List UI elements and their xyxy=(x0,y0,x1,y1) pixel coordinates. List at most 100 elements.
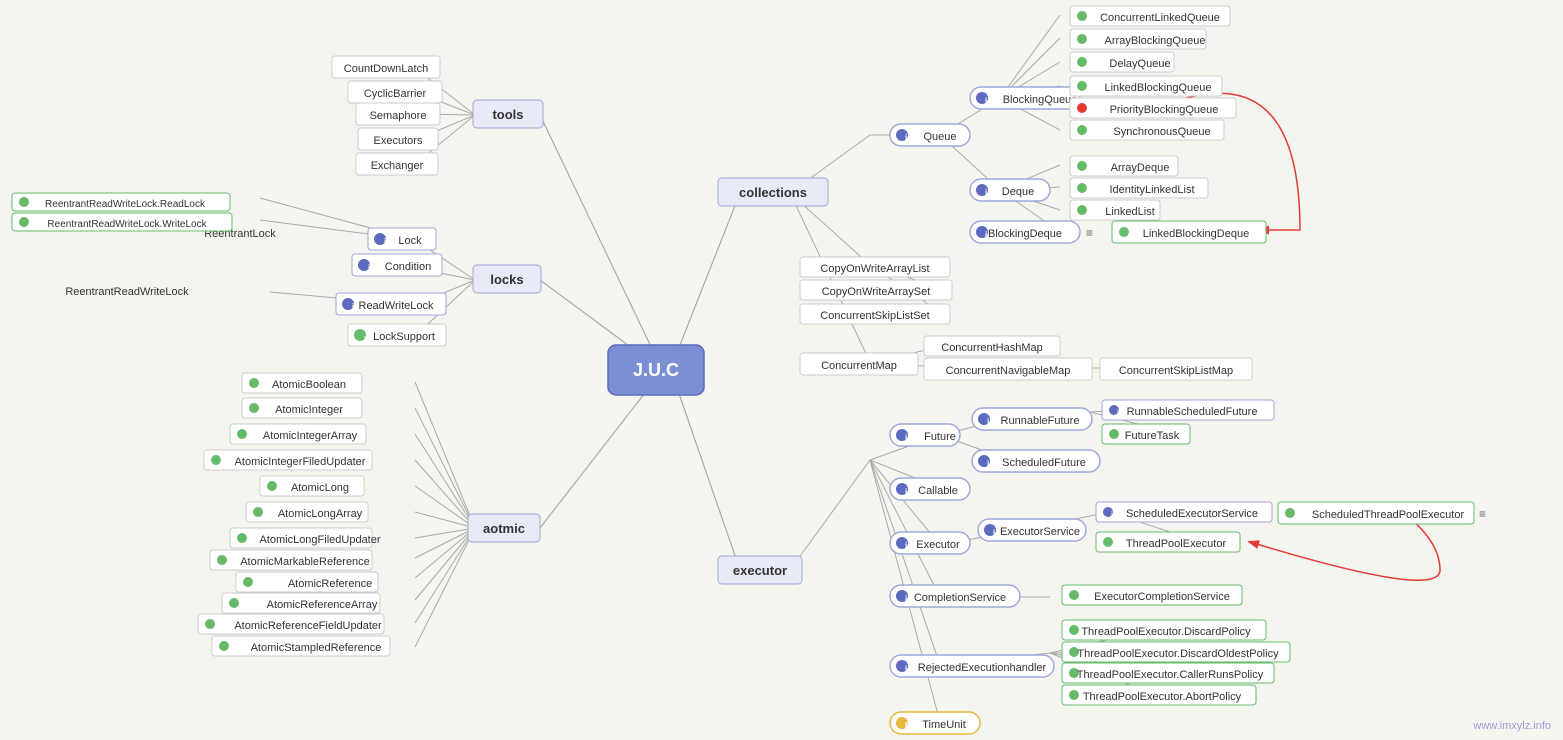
blockingqueue-label: BlockingQueue xyxy=(1003,94,1078,106)
ap-label: ThreadPoolExecutor.AbortPolicy xyxy=(1083,691,1242,703)
svg-text:✓: ✓ xyxy=(1085,61,1091,68)
atomicintegerarray-label: AtomicIntegerArray xyxy=(263,430,358,442)
svg-text:✓: ✓ xyxy=(27,201,33,208)
concurrentskiplistmap-label: ConcurrentSkipListMap xyxy=(1119,365,1233,377)
lbq-label: LinkedBlockingQueue xyxy=(1104,82,1211,94)
collections-label: collections xyxy=(739,185,807,200)
svg-text:✓: ✓ xyxy=(1085,107,1091,114)
completionservice-label: CompletionService xyxy=(914,592,1006,604)
futuretask-label: FutureTask xyxy=(1125,430,1180,442)
abq-label: ArrayBlockingQueue xyxy=(1105,35,1206,47)
executor-node-label: Executor xyxy=(916,539,960,551)
blockingdeque-label: BlockingDeque xyxy=(988,228,1062,240)
svg-text:✓: ✓ xyxy=(257,407,263,414)
svg-text:i: i xyxy=(993,528,995,537)
ad-label: ArrayDeque xyxy=(1111,162,1170,174)
copyonwritearraylist-label: CopyOnWriteArrayList xyxy=(820,263,929,275)
svg-text:✓: ✓ xyxy=(363,332,370,341)
executor-label: executor xyxy=(733,563,787,578)
aotmic-label: aotmic xyxy=(483,521,525,536)
dop-label: ThreadPoolExecutor.DiscardOldestPolicy xyxy=(1077,648,1279,660)
svg-text:✓: ✓ xyxy=(257,382,263,389)
svg-text:✓: ✓ xyxy=(1127,231,1133,238)
atomicinteger-label: AtomicInteger xyxy=(275,404,343,416)
dp-label: ThreadPoolExecutor.DiscardPolicy xyxy=(1081,626,1251,638)
dq-label: DelayQueue xyxy=(1109,58,1170,70)
concurrentmap-label: ConcurrentMap xyxy=(821,360,897,372)
crp-label: ThreadPoolExecutor.CallerRunsPolicy xyxy=(1077,669,1264,681)
atomicintegerfiledupdater-label: AtomicIntegerFiledUpdater xyxy=(235,456,366,468)
scheduledfuture-label: ScheduledFuture xyxy=(1002,457,1086,469)
concurrentskiplistset-label: ConcurrentSkipListSet xyxy=(820,310,929,322)
svg-text:✓: ✓ xyxy=(251,581,257,588)
svg-text:i: i xyxy=(352,302,354,311)
svg-text:✓: ✓ xyxy=(1293,512,1299,519)
atomicreferencefieldupd-label: AtomicReferenceFieldUpdater xyxy=(234,620,382,632)
svg-text:i: i xyxy=(985,230,987,239)
atomiclong-label: AtomicLong xyxy=(291,482,349,494)
atomicstampledreference-label: AtomicStampledReference xyxy=(251,642,382,654)
svg-text:✓: ✓ xyxy=(27,221,33,228)
watermark: www.imxylz.info xyxy=(1473,720,1551,732)
locks-label: locks xyxy=(490,272,523,287)
svg-text:✓: ✓ xyxy=(1117,433,1123,440)
svg-text:✓: ✓ xyxy=(213,623,219,630)
atomicreferencearray-label: AtomicReferenceArray xyxy=(267,599,378,611)
svg-text:✓: ✓ xyxy=(225,559,231,566)
sq-label: SynchronousQueue xyxy=(1113,126,1210,138)
svg-text:✓: ✓ xyxy=(245,433,251,440)
svg-text:i: i xyxy=(905,487,907,496)
reh-label: RejectedExecutionhandler xyxy=(918,662,1047,674)
svg-text:i: i xyxy=(905,664,907,673)
reentrantreadwritelock-label: ReentrantReadWriteLock xyxy=(65,286,189,298)
svg-text:✓: ✓ xyxy=(1111,541,1117,548)
concurrentnavigablemap-label: ConcurrentNavigableMap xyxy=(946,365,1071,377)
leaf-condition-label: Condition xyxy=(385,261,431,273)
leaf-lock-label: Lock xyxy=(398,235,422,247)
copyonwritearrayset-label: CopyOnWriteArraySet xyxy=(822,286,931,298)
svg-text:i: i xyxy=(1117,408,1119,417)
svg-text:✓: ✓ xyxy=(1085,209,1091,216)
leaf-semaphore-label: Semaphore xyxy=(370,110,427,122)
svg-text:i: i xyxy=(987,459,989,468)
ecs-label: ExecutorCompletionService xyxy=(1094,591,1230,603)
svg-text:✓: ✓ xyxy=(1085,85,1091,92)
future-label: Future xyxy=(924,431,956,443)
atomicmarkablereference-label: AtomicMarkableReference xyxy=(240,556,370,568)
tools-label: tools xyxy=(492,107,523,122)
leaf-exchanger-label: Exchanger xyxy=(371,160,424,172)
deque-label: Deque xyxy=(1002,186,1034,198)
atomicboolean-label: AtomicBoolean xyxy=(272,379,346,391)
svg-text:E: E xyxy=(905,721,911,730)
svg-text:i: i xyxy=(987,417,989,426)
leaf-cyclicbarrier-label: CyclicBarrier xyxy=(364,88,427,100)
ll-label: LinkedList xyxy=(1105,206,1155,218)
leaf-readwritelock-label: ReadWriteLock xyxy=(359,300,434,312)
svg-text:✓: ✓ xyxy=(1077,594,1083,601)
svg-text:i: i xyxy=(905,594,907,603)
leaf-readlock-label: ReentrantReadWriteLock.ReadLock xyxy=(45,199,206,210)
runnablefuture-label: RunnableFuture xyxy=(1001,415,1080,427)
svg-text:i: i xyxy=(985,188,987,197)
svg-text:✓: ✓ xyxy=(1085,38,1091,45)
tpe-label: ThreadPoolExecutor xyxy=(1126,538,1227,550)
rsf-label: RunnableScheduledFuture xyxy=(1127,406,1258,418)
ill-label: IdentityLinkedList xyxy=(1110,184,1195,196)
svg-text:✓: ✓ xyxy=(275,485,281,492)
svg-text:i: i xyxy=(905,133,907,142)
svg-text:✓: ✓ xyxy=(261,511,267,518)
svg-text:✓: ✓ xyxy=(245,537,251,544)
svg-text:i: i xyxy=(368,263,370,272)
atomiclongfiledupdater-label: AtomicLongFiledUpdater xyxy=(259,534,380,546)
center-label: J.U.C xyxy=(633,360,679,380)
svg-text:i: i xyxy=(985,96,987,105)
leaf-countdownlatch-label: CountDownLatch xyxy=(344,63,428,75)
atomiclongarray-label: AtomicLongArray xyxy=(278,508,363,520)
ses-label: ScheduledExecutorService xyxy=(1126,508,1258,520)
leaf-locksupport-label: LockSupport xyxy=(373,331,435,343)
lbd-label: LinkedBlockingDeque xyxy=(1143,228,1249,240)
svg-text:i: i xyxy=(1111,510,1113,519)
svg-text:✓: ✓ xyxy=(1085,187,1091,194)
svg-text:i: i xyxy=(905,541,907,550)
leaf-executors-label: Executors xyxy=(374,135,423,147)
